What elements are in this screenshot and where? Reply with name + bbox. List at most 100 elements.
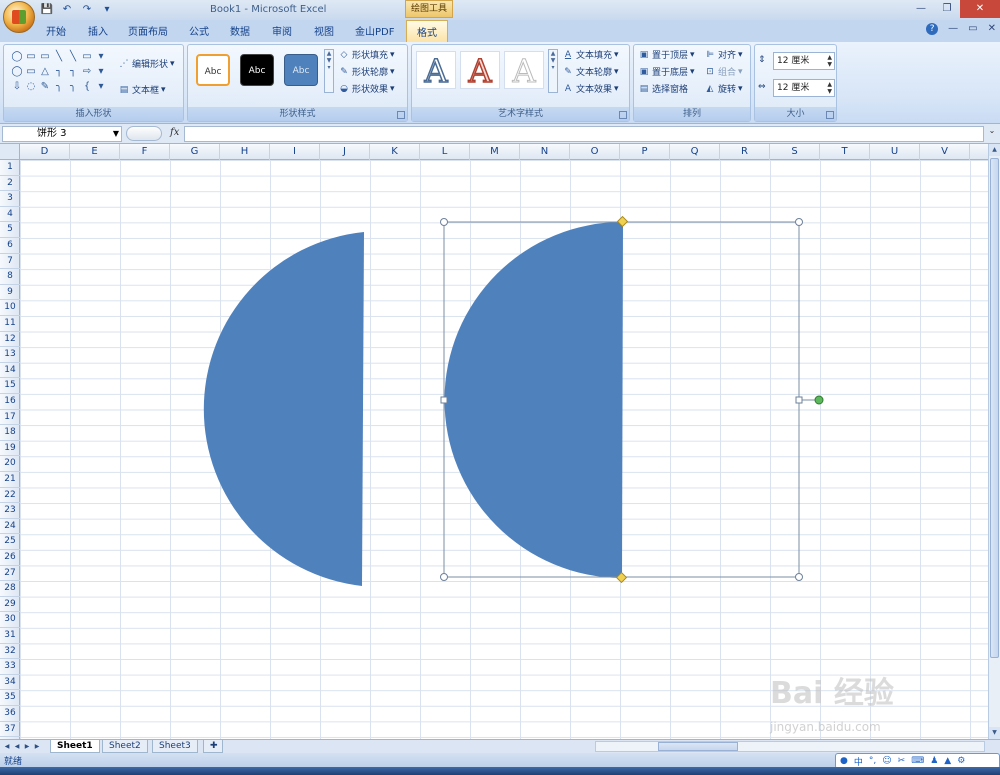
shape-width-input[interactable]: 12 厘米 ▲ ▼ — [773, 79, 835, 97]
tab-insert[interactable]: 插入 — [88, 23, 108, 38]
shape-styles-scroll[interactable]: ▲ ▼ ▾ — [324, 49, 334, 93]
shape-style-black[interactable]: Abc — [240, 54, 274, 86]
office-button[interactable] — [3, 1, 35, 33]
row-header[interactable]: 2 — [0, 176, 20, 192]
shape-gallery-item[interactable]: △ — [38, 64, 52, 79]
row-header[interactable]: 10 — [0, 300, 20, 316]
text-box-button[interactable]: ▤ 文本框 ▾ — [118, 83, 166, 97]
column-header[interactable]: S — [770, 144, 820, 160]
shape-gallery-item[interactable]: ╲ — [66, 49, 80, 64]
shape-gallery-item[interactable]: ┐ — [66, 64, 80, 79]
vertical-scroll-thumb[interactable] — [990, 158, 999, 658]
shape-gallery-item[interactable]: ╮ — [52, 79, 66, 94]
tab-home[interactable]: 开始 — [46, 23, 66, 38]
shape-gallery-item[interactable]: ▭ — [38, 49, 52, 64]
column-header[interactable]: M — [470, 144, 520, 160]
shape-gallery-item[interactable]: ◯ — [10, 64, 24, 79]
sheet-tab-2[interactable]: Sheet2 — [102, 740, 148, 753]
vertical-scrollbar[interactable]: ▲ ▼ — [988, 144, 1000, 739]
row-header[interactable]: 20 — [0, 456, 20, 472]
tab-kingsoft-pdf[interactable]: 金山PDF — [355, 23, 394, 38]
send-to-back-button[interactable]: ▣ 置于底层 ▾ — [638, 65, 695, 79]
row-header[interactable]: 32 — [0, 644, 20, 660]
horizontal-scroll-thumb[interactable] — [658, 742, 738, 751]
first-sheet-icon[interactable]: ◀ — [3, 741, 11, 752]
account-icon[interactable]: ♟ — [930, 756, 938, 766]
tab-review[interactable]: 审阅 — [272, 23, 292, 38]
dialog-launcher-icon[interactable] — [826, 111, 834, 119]
cells-area[interactable] — [20, 160, 988, 739]
ime-mode-label[interactable]: 中 — [854, 755, 863, 768]
shape-outline-button[interactable]: ✎ 形状轮廓 ▾ — [338, 65, 394, 79]
column-header[interactable]: R — [720, 144, 770, 160]
row-header[interactable]: 29 — [0, 597, 20, 613]
column-header[interactable]: T — [820, 144, 870, 160]
save-icon[interactable]: 💾 — [40, 3, 54, 17]
row-header[interactable]: 9 — [0, 285, 20, 301]
formula-cancel-enter[interactable] — [126, 126, 162, 141]
row-header[interactable]: 25 — [0, 534, 20, 550]
column-header[interactable]: D — [20, 144, 70, 160]
row-header[interactable]: 12 — [0, 332, 20, 348]
redo-icon[interactable]: ↷ — [80, 3, 94, 17]
align-button[interactable]: ⊫ 对齐 ▾ — [704, 48, 742, 62]
rotate-button[interactable]: ◭ 旋转 ▾ — [704, 82, 743, 96]
formula-input[interactable] — [184, 126, 984, 142]
tab-format[interactable]: 格式 — [406, 20, 448, 42]
column-header[interactable]: Q — [670, 144, 720, 160]
wordart-style-blue-outline[interactable]: A — [416, 51, 456, 91]
restore-icon[interactable]: ❐ — [934, 0, 960, 18]
column-header[interactable]: V — [920, 144, 970, 160]
row-header[interactable]: 17 — [0, 410, 20, 426]
shapes-gallery[interactable]: ◯ ▭ ▭ ╲ ╲ ▭ ▾ ◯ ▭ △ ┐ ┐ ⇨ ▾ ⇩ ◌ ✎ ╮ ╮{▾ — [10, 49, 108, 95]
row-header[interactable]: 18 — [0, 425, 20, 441]
text-fill-button[interactable]: A 文本填充 ▾ — [562, 48, 619, 62]
row-header[interactable]: 5 — [0, 222, 20, 238]
sheet-tab-3[interactable]: Sheet3 — [152, 740, 198, 753]
tab-view[interactable]: 视图 — [314, 23, 334, 38]
row-header[interactable]: 27 — [0, 566, 20, 582]
help-icon[interactable]: ? — [926, 23, 939, 35]
shape-effects-button[interactable]: ◒ 形状效果 ▾ — [338, 82, 394, 96]
horizontal-scrollbar[interactable] — [595, 741, 985, 752]
name-box[interactable]: 饼形 3 ▼ — [2, 126, 122, 142]
keyboard-icon[interactable]: ⌨ — [911, 756, 924, 766]
shape-gallery-item[interactable]: ▭ — [80, 49, 94, 64]
shape-gallery-item[interactable]: ▭ — [24, 49, 38, 64]
undo-icon[interactable]: ↶ — [60, 3, 74, 17]
column-header[interactable]: F — [120, 144, 170, 160]
column-header[interactable]: H — [220, 144, 270, 160]
tab-page-layout[interactable]: 页面布局 — [128, 23, 168, 38]
shape-gallery-item[interactable]: ┐ — [52, 64, 66, 79]
skin-icon[interactable]: ▲ — [944, 756, 951, 766]
row-header[interactable]: 19 — [0, 441, 20, 457]
row-header[interactable]: 11 — [0, 316, 20, 332]
shape-gallery-item[interactable]: ⇨ — [80, 64, 94, 79]
wordart-styles-scroll[interactable]: ▲ ▼ ▾ — [548, 49, 558, 93]
row-header[interactable]: 8 — [0, 269, 20, 285]
insert-function-icon[interactable]: fx — [170, 127, 179, 138]
row-header[interactable]: 24 — [0, 519, 20, 535]
text-outline-button[interactable]: ✎ 文本轮廓 ▾ — [562, 65, 618, 79]
selection-pane-button[interactable]: ▤ 选择窗格 — [638, 82, 688, 96]
row-header[interactable]: 3 — [0, 191, 20, 207]
shape-style-orange-outline[interactable]: Abc — [196, 54, 230, 86]
chevron-down-icon[interactable]: ▼ — [113, 127, 119, 141]
minimize-icon[interactable]: — — [908, 0, 934, 18]
group-button[interactable]: ⊡ 组合 ▾ — [704, 65, 742, 79]
tab-data[interactable]: 数据 — [230, 23, 250, 38]
insert-sheet-icon[interactable]: ✚ — [203, 740, 223, 753]
wordart-style-red-outline[interactable]: A — [460, 51, 500, 91]
row-header[interactable]: 35 — [0, 690, 20, 706]
dialog-launcher-icon[interactable] — [619, 111, 627, 119]
shape-gallery-item[interactable]: ╲ — [52, 49, 66, 64]
row-header[interactable]: 7 — [0, 254, 20, 270]
customize-qat-icon[interactable]: ▾ — [100, 3, 114, 17]
dialog-launcher-icon[interactable] — [397, 111, 405, 119]
row-header[interactable]: 14 — [0, 363, 20, 379]
bring-to-front-button[interactable]: ▣ 置于顶层 ▾ — [638, 48, 695, 62]
row-header[interactable]: 22 — [0, 488, 20, 504]
height-spinner[interactable]: ▲ ▼ — [827, 54, 832, 68]
column-header[interactable]: G — [170, 144, 220, 160]
row-header[interactable]: 13 — [0, 347, 20, 363]
